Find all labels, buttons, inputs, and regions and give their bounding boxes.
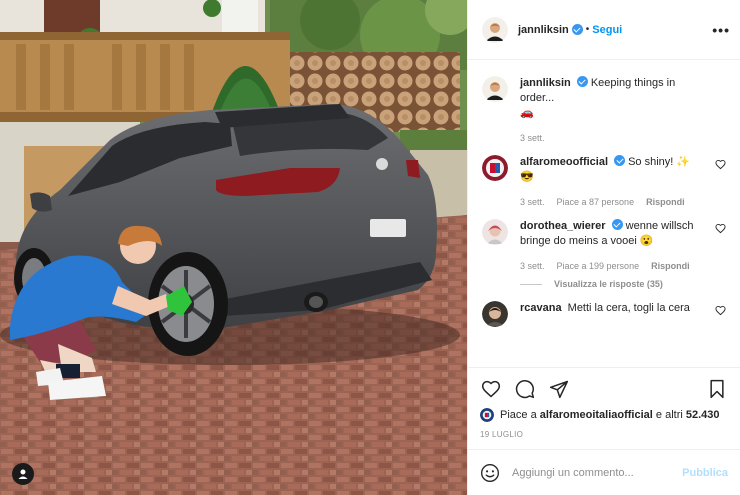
comment-body: dorothea_wierer wenne willsch bringe do … [520,219,726,271]
follow-button[interactable]: Segui [592,24,622,36]
author-username[interactable]: jannliksin [518,24,569,36]
verified-icon [571,24,583,35]
comment-message: So shiny! ✨ [628,156,691,168]
heart-icon[interactable] [715,223,726,234]
caption-emoji: 🚗 [520,107,534,119]
likes-count[interactable]: 52.430 [686,409,720,421]
more-options-button[interactable]: ••• [712,22,730,38]
save-button[interactable] [706,378,728,400]
heart-icon[interactable] [715,159,726,170]
comment-time[interactable]: 3 sett. [520,197,545,207]
caption-time[interactable]: 3 sett. [520,133,545,143]
comments-list: jannliksin Keeping things in order... 🚗 … [468,60,740,367]
add-comment-bar: Pubblica [468,449,740,495]
comment-emoji: 😮 [639,235,654,247]
comment-likes[interactable]: Piace a 87 persone [557,197,635,207]
verified-icon [576,76,588,87]
share-button[interactable] [548,378,570,400]
comment-item: rcavana Metti la cera, togli la cera [482,301,726,327]
bookmark-icon [710,379,724,399]
comment-input[interactable] [512,466,683,479]
comment-body: alfaromeoofficial So shiny! ✨ 😎 3 sett. … [520,155,726,207]
comment-item: dorothea_wierer wenne willsch bringe do … [482,219,726,271]
comment-text: rcavana Metti la cera, togli la cera [520,301,710,316]
comment-meta: 3 sett. Piace a 87 persone Rispondi [520,197,710,207]
likes-text: Piace a alfaromeoitaliaofficial e altri … [500,409,720,421]
likes-middle: e altri [652,409,686,421]
heart-icon[interactable] [715,305,726,316]
comment-item: alfaromeoofficial So shiny! ✨ 😎 3 sett. … [482,155,726,207]
instagram-post: jannliksin • Segui ••• jannliksin Keepin… [0,0,740,495]
likes-prefix: Piace a [500,409,540,421]
comment-message: Metti la cera, togli la cera [567,302,690,314]
commenter-avatar[interactable] [482,301,508,327]
user-tag-icon [18,469,28,479]
post-actions: Piace a alfaromeoitaliaofficial e altri … [468,367,740,439]
author-avatar[interactable] [482,16,508,43]
verified-icon [611,219,623,230]
comment-likes[interactable]: Piace a 199 persone [557,261,640,271]
comment-username[interactable]: alfaromeoofficial [520,156,608,168]
publish-button[interactable]: Pubblica [682,467,728,479]
likes-summary[interactable]: Piace a alfaromeoitaliaofficial e altri … [480,408,728,422]
heart-icon [481,380,501,398]
action-bar [480,376,728,402]
comment-meta: 3 sett. Piace a 199 persone Rispondi [520,261,710,271]
verified-icon [614,155,626,166]
emoji-icon[interactable] [480,463,500,483]
reply-button[interactable]: Rispondi [651,261,690,271]
comment-time[interactable]: 3 sett. [520,261,545,271]
car-washing-photo [0,0,467,495]
caption: jannliksin Keeping things in order... 🚗 … [482,76,726,143]
comment-icon [515,380,535,399]
caption-body: jannliksin Keeping things in order... 🚗 … [520,76,726,143]
like-button[interactable] [480,378,502,400]
caption-text: jannliksin Keeping things in order... 🚗 [520,76,710,121]
commenter-avatar[interactable] [482,219,508,245]
user-tag-button[interactable] [12,463,34,485]
post-date[interactable]: 19 LUGLIO [480,430,728,439]
comment-emoji: 😎 [520,171,534,183]
comment-text: dorothea_wierer wenne willsch bringe do … [520,219,710,249]
comment-username[interactable]: dorothea_wierer [520,220,606,232]
comment-text: alfaromeoofficial So shiny! ✨ 😎 [520,155,710,185]
post-side-panel: jannliksin • Segui ••• jannliksin Keepin… [467,0,740,495]
commenter-avatar[interactable] [482,155,508,181]
comment-body: rcavana Metti la cera, togli la cera [520,301,726,327]
comment-button[interactable] [514,378,536,400]
post-photo[interactable] [0,0,467,495]
caption-meta: 3 sett. [520,133,710,143]
likes-user[interactable]: alfaromeoitaliaofficial [540,409,653,421]
caption-avatar[interactable] [482,76,508,102]
caption-username[interactable]: jannliksin [520,77,571,89]
reply-button[interactable]: Rispondi [646,197,685,207]
post-header: jannliksin • Segui ••• [468,0,740,60]
comment-username[interactable]: rcavana [520,302,562,314]
separator-dot: • [585,24,590,35]
share-icon [549,380,569,399]
liker-avatar [480,408,494,422]
view-replies-button[interactable]: Visualizza le risposte (35) [520,279,726,289]
